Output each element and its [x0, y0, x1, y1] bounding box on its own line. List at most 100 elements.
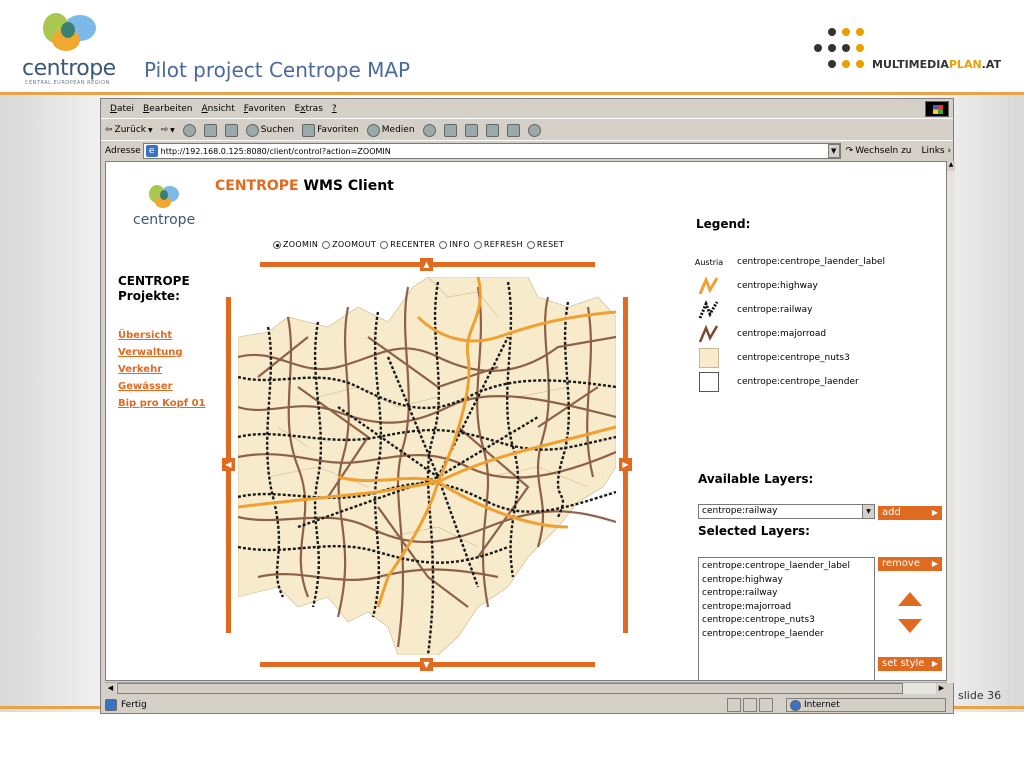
list-item[interactable]: centrope:centrope_nuts3 — [702, 614, 871, 628]
menu-bearbeiten[interactable]: Bearbeiten — [143, 104, 192, 114]
multimediaplan-logo-text: MULTIMEDIAPLAN.AT — [872, 58, 1002, 71]
project-link-verwaltung[interactable]: Verwaltung — [118, 344, 205, 361]
selected-layers-title: Selected Layers: — [698, 524, 810, 538]
media-icon — [366, 123, 380, 137]
discuss-button[interactable] — [506, 123, 520, 137]
project-link-gewaesser[interactable]: Gewässer — [118, 378, 205, 395]
list-item[interactable]: centrope:highway — [702, 574, 871, 588]
list-item[interactable]: centrope:railway — [702, 587, 871, 601]
discuss-icon — [506, 123, 520, 137]
stop-icon — [182, 123, 196, 137]
menu-extras[interactable]: Extras — [294, 104, 322, 114]
back-button[interactable]: ⇦ Zurück ▼ — [105, 125, 153, 135]
legend-item: centrope:majorroad — [698, 324, 826, 344]
favorites-icon — [302, 123, 316, 137]
majorroad-icon — [698, 324, 720, 344]
history-button[interactable] — [422, 123, 436, 137]
print-button[interactable] — [464, 123, 478, 137]
favorites-button[interactable]: Favoriten — [302, 123, 359, 137]
pan-south-button[interactable]: ▼ — [420, 658, 433, 671]
tool-refresh[interactable]: REFRESH — [473, 240, 523, 249]
tool-reset[interactable]: RESET — [526, 240, 564, 249]
address-input[interactable]: e http://192.168.0.125:8080/client/contro… — [142, 143, 841, 159]
chevron-down-icon: ▼ — [862, 505, 874, 518]
tool-zoomout[interactable]: ZOOMOUT — [322, 240, 376, 249]
project-link-verkehr[interactable]: Verkehr — [118, 361, 205, 378]
slide-number: slide 36 — [958, 689, 1002, 702]
ie-page-icon — [105, 699, 117, 711]
refresh-button[interactable] — [203, 123, 217, 137]
status-bar: Fertig Internet — [101, 696, 953, 714]
play-icon: ▶ — [931, 559, 938, 568]
menu-datei[interactable]: Datei — [110, 104, 134, 114]
play-icon: ▶ — [931, 659, 938, 668]
tool-info[interactable]: INFO — [439, 240, 470, 249]
remove-button[interactable]: remove ▶ — [878, 557, 942, 571]
pan-north-button[interactable]: ▲ — [420, 258, 433, 271]
legend-item: centrope:highway — [698, 276, 818, 296]
forward-button[interactable]: ⇨ ▼ — [161, 125, 175, 135]
edit-button[interactable] — [485, 123, 499, 137]
forward-arrow-icon: ⇨ — [160, 125, 169, 135]
slide: centrope CENTRAL EUROPEAN REGION Pilot p… — [0, 0, 1024, 768]
go-button[interactable]: ↷ Wechseln zu — [846, 146, 912, 156]
page-viewport: centrope CENTROPE WMS Client ZOOMIN ZOOM… — [105, 161, 947, 681]
menu-ansicht[interactable]: Ansicht — [202, 104, 235, 114]
media-button[interactable]: Medien — [366, 123, 415, 137]
scroll-up-icon[interactable]: ▲ — [947, 161, 955, 171]
legend-item: centrope:centrope_laender — [698, 372, 859, 392]
legend-item: centrope:railway — [698, 300, 812, 320]
ie-page-icon: e — [145, 145, 158, 157]
vertical-scrollbar[interactable]: ▲ — [947, 161, 955, 683]
project-link-bip[interactable]: Bip pro Kopf 01 — [118, 395, 205, 412]
search-button[interactable]: Suchen — [245, 123, 294, 137]
edit-icon — [485, 123, 499, 137]
set-style-button[interactable]: set style ▶ — [878, 657, 942, 671]
address-bar: Adresse e http://192.168.0.125:8080/clien… — [101, 141, 953, 161]
search-icon — [245, 123, 259, 137]
stop-button[interactable] — [182, 123, 196, 137]
horizontal-scrollbar[interactable]: ◀ ▶ — [105, 682, 947, 694]
status-panels — [725, 698, 773, 712]
centrope-logo-text: centrope — [22, 56, 116, 81]
country-label-sample: Austria — [694, 257, 724, 267]
scroll-right-icon[interactable]: ▶ — [936, 683, 947, 694]
links-button[interactable]: Links › — [922, 146, 952, 156]
app-title: CENTROPE WMS Client — [215, 178, 394, 194]
browser-window: Datei Bearbeiten Ansicht Favoriten Extra… — [100, 98, 955, 714]
map-canvas[interactable] — [238, 277, 616, 655]
add-button[interactable]: add ▶ — [878, 506, 942, 520]
legend-item: Austria centrope:centrope_laender_label — [694, 252, 885, 272]
move-down-arrow-icon[interactable] — [898, 619, 922, 633]
security-zone: Internet — [786, 698, 946, 712]
pan-east-button[interactable]: ▶ — [619, 458, 632, 471]
projects-heading: CENTROPE Projekte: — [118, 274, 190, 303]
menu-help[interactable]: ? — [332, 104, 337, 114]
list-item[interactable]: centrope:centrope_laender — [702, 628, 871, 642]
menu-favoriten[interactable]: Favoriten — [244, 104, 286, 114]
tool-recenter[interactable]: RECENTER — [380, 240, 435, 249]
project-link-uebersicht[interactable]: Übersicht — [118, 327, 205, 344]
legend-item: centrope:centrope_nuts3 — [698, 348, 850, 368]
pan-west-button[interactable]: ◀ — [222, 458, 235, 471]
scroll-left-icon[interactable]: ◀ — [105, 683, 116, 694]
available-layers-select[interactable]: centrope:railway ▼ — [698, 504, 875, 519]
selected-layers-list[interactable]: centrope:centrope_laender_label centrope… — [698, 557, 875, 680]
print-icon — [464, 123, 478, 137]
messenger-button[interactable] — [527, 123, 541, 137]
mail-button[interactable] — [443, 123, 457, 137]
move-up-arrow-icon[interactable] — [898, 592, 922, 606]
scrollbar-thumb[interactable] — [117, 683, 903, 694]
tool-radio-group: ZOOMIN ZOOMOUT RECENTER INFO REFRESH RES… — [273, 240, 564, 249]
windows-logo-icon — [925, 101, 949, 117]
address-dropdown-button[interactable]: ▼ — [827, 144, 840, 158]
list-item[interactable]: centrope:centrope_laender_label — [702, 560, 871, 574]
tool-zoomin[interactable]: ZOOMIN — [273, 240, 318, 249]
list-item[interactable]: centrope:majorroad — [702, 601, 871, 615]
home-icon — [224, 123, 238, 137]
menu-bar: Datei Bearbeiten Ansicht Favoriten Extra… — [101, 99, 953, 119]
messenger-icon — [527, 123, 541, 137]
chevron-down-icon: ▼ — [170, 126, 175, 134]
home-button[interactable] — [224, 123, 238, 137]
app-logo-text: centrope — [133, 212, 196, 228]
